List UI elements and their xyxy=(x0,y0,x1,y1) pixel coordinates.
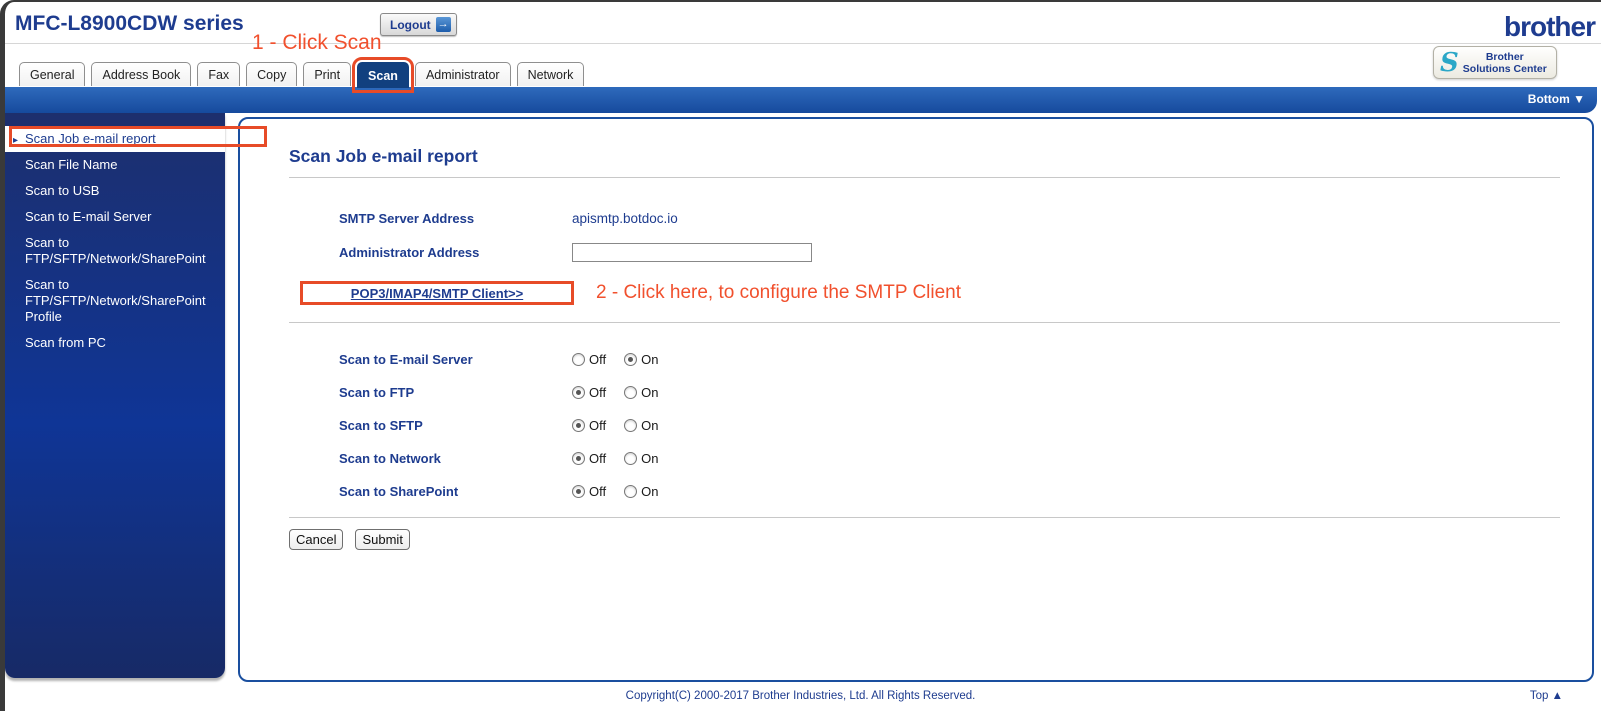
logout-arrow-icon: → xyxy=(435,17,451,32)
toggle-row-scan-to-ftp: Scan to FTP Off On xyxy=(339,384,659,400)
top-link[interactable]: Top ▲ xyxy=(1530,690,1563,702)
action-buttons: Cancel Submit xyxy=(289,529,1560,550)
header-band: Bottom ▼ xyxy=(5,87,1597,113)
scan-to-ftp-on-radio[interactable] xyxy=(624,385,638,399)
scan-to-network-off-radio[interactable] xyxy=(572,451,585,465)
bsc-label: Brother Solutions Center xyxy=(1462,50,1547,75)
tab-administrator[interactable]: Administrator xyxy=(414,62,511,86)
brother-solutions-center-button[interactable]: S Brother Solutions Center xyxy=(1433,46,1557,79)
sidebar-item-scan-file-name[interactable]: Scan File Name xyxy=(5,152,225,178)
heading-divider xyxy=(289,177,1560,178)
tab-bar: General Address Book Fax Copy Print Scan… xyxy=(19,57,585,93)
section-divider-1 xyxy=(289,322,1560,323)
tab-fax[interactable]: Fax xyxy=(197,62,241,86)
administrator-address-label: Administrator Address xyxy=(339,244,480,260)
tab-address-book[interactable]: Address Book xyxy=(91,62,192,86)
administrator-address-row: Administrator Address xyxy=(339,240,1560,264)
scan-to-sftp-off-radio[interactable] xyxy=(572,418,585,432)
header: MFC-L8900CDW series Logout → brother xyxy=(5,2,1601,62)
brother-logo: brother xyxy=(1504,11,1596,42)
sidebar-item-scan-to-ftp-sftp-network-sharepoint-profile[interactable]: Scan to FTP/SFTP/Network/SharePoint Prof… xyxy=(5,272,225,330)
scan-to-sftp-on-radio[interactable] xyxy=(624,418,638,432)
bottom-link[interactable]: Bottom ▼ xyxy=(1528,92,1585,106)
smtp-server-address-value: apismtp.botdoc.io xyxy=(572,210,678,226)
pop3-imap4-smtp-client-link[interactable]: POP3/IMAP4/SMTP Client>> xyxy=(351,286,523,301)
content-heading: Scan Job e-mail report xyxy=(289,146,478,166)
toggle-row-scan-to-network: Scan to Network Off On xyxy=(339,450,659,466)
scan-to-network-on-radio[interactable] xyxy=(624,451,638,465)
footer: Copyright(C) 2000-2017 Brother Industrie… xyxy=(0,682,1601,711)
tab-copy[interactable]: Copy xyxy=(246,62,298,86)
bsc-s-icon: S xyxy=(1440,47,1459,78)
toggle-row-scan-to-e-mail-server: Scan to E-mail Server Off On xyxy=(339,351,659,367)
annotation-box-pop3-link: POP3/IMAP4/SMTP Client>> xyxy=(300,281,574,305)
sidebar: Scan Job e-mail report Scan File Name Sc… xyxy=(5,113,225,678)
scan-to-ftp-off-radio[interactable] xyxy=(572,385,585,399)
sidebar-item-scan-to-usb[interactable]: Scan to USB xyxy=(5,178,225,204)
logout-label: Logout xyxy=(390,17,431,32)
administrator-address-input[interactable] xyxy=(572,242,812,262)
pop3-client-row: POP3/IMAP4/SMTP Client>> 2 - Click here,… xyxy=(300,281,1560,305)
tab-scan[interactable]: Scan xyxy=(352,57,414,93)
tab-general[interactable]: General xyxy=(19,62,86,86)
toggle-row-scan-to-sftp: Scan to SFTP Off On xyxy=(339,417,659,433)
tab-print[interactable]: Print xyxy=(303,62,352,86)
section-divider-2 xyxy=(289,517,1560,518)
sidebar-item-scan-to-e-mail-server[interactable]: Scan to E-mail Server xyxy=(5,204,225,230)
sidebar-item-scan-from-pc[interactable]: Scan from PC xyxy=(5,330,225,356)
cancel-button[interactable]: Cancel xyxy=(289,529,344,550)
submit-button[interactable]: Submit xyxy=(355,529,410,550)
main-panel: Scan Job e-mail report SMTP Server Addre… xyxy=(238,117,1594,682)
logout-button[interactable]: Logout → xyxy=(380,13,457,36)
scan-to-e-mail-server-off-radio[interactable] xyxy=(572,352,585,366)
sidebar-item-scan-job-e-mail-report[interactable]: Scan Job e-mail report xyxy=(5,126,225,152)
annotation-step2: 2 - Click here, to configure the SMTP Cl… xyxy=(596,282,962,303)
scan-toggle-list: Scan to E-mail Server Off On Scan to FTP xyxy=(289,347,1560,503)
tab-network[interactable]: Network xyxy=(516,62,585,86)
sidebar-item-scan-to-ftp-sftp-network-sharepoint[interactable]: Scan to FTP/SFTP/Network/SharePoint xyxy=(5,230,225,272)
scan-to-e-mail-server-on-radio[interactable] xyxy=(624,352,638,366)
scan-to-sharepoint-on-radio[interactable] xyxy=(624,484,638,498)
toggle-row-scan-to-sharepoint: Scan to SharePoint Off On xyxy=(339,483,659,499)
annotation-step1: 1 - Click Scan xyxy=(252,31,382,54)
smtp-server-address-label: SMTP Server Address xyxy=(339,210,475,226)
page-title: MFC-L8900CDW series xyxy=(15,12,244,35)
footer-copyright: Copyright(C) 2000-2017 Brother Industrie… xyxy=(625,690,976,702)
header-divider xyxy=(5,43,1601,44)
smtp-server-row: SMTP Server Address apismtp.botdoc.io xyxy=(339,206,1560,230)
scan-to-sharepoint-off-radio[interactable] xyxy=(572,484,585,498)
